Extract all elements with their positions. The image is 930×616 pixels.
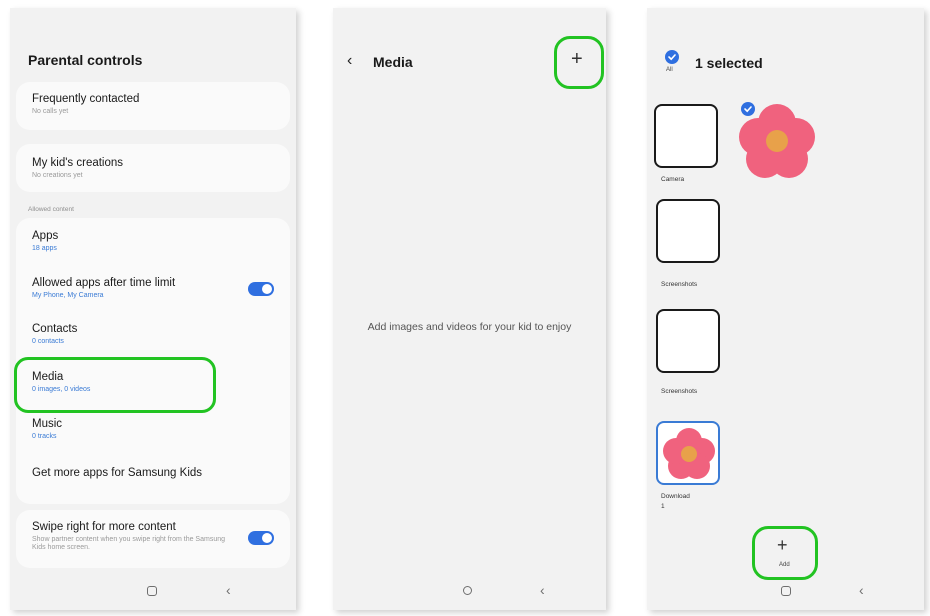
- album-count: 1: [661, 503, 665, 510]
- navigation-bar: ‹: [647, 582, 924, 602]
- back-icon[interactable]: ‹: [540, 582, 545, 598]
- page-title: Media: [373, 54, 413, 70]
- apps-sub: 18 apps: [32, 245, 57, 252]
- album-download[interactable]: [656, 421, 720, 485]
- allowed-apps-label: Allowed apps after time limit: [32, 277, 176, 289]
- home-icon[interactable]: [781, 586, 791, 596]
- home-icon[interactable]: [147, 586, 157, 596]
- album-label: Camera: [661, 176, 685, 183]
- get-more-apps-item[interactable]: Get more apps for Samsung Kids: [32, 467, 278, 479]
- add-button-highlight: [554, 36, 604, 89]
- parental-controls-screen: Parental controls Frequently contacted N…: [10, 8, 296, 610]
- album-screenshots[interactable]: [656, 199, 720, 263]
- toggle-knob: [262, 533, 272, 543]
- back-icon[interactable]: ‹: [226, 582, 231, 598]
- album-screenshots[interactable]: [656, 309, 720, 373]
- contacts-sub: 0 contacts: [32, 338, 64, 345]
- album-label: Screenshots: [661, 281, 698, 288]
- page-title: 1 selected: [695, 55, 763, 71]
- music-sub: 0 tracks: [32, 433, 57, 440]
- swipe-right-label: Swipe right for more content: [32, 521, 176, 533]
- selected-checkmark: [741, 102, 755, 116]
- media-screen: ‹ Media + Add images and videos for your…: [333, 8, 606, 610]
- kids-creations-sub: No creations yet: [32, 172, 83, 179]
- apps-item[interactable]: Apps 18 apps: [32, 230, 278, 252]
- apps-label: Apps: [32, 230, 59, 242]
- album-picker-screen: All 1 selected Camera Screenshots Screen…: [647, 8, 924, 610]
- album-label: Screenshots: [661, 388, 698, 395]
- toggle-knob: [262, 284, 272, 294]
- contacts-label: Contacts: [32, 323, 78, 335]
- chevron-left-icon[interactable]: ‹: [347, 52, 352, 70]
- swipe-right-sub: Show partner content when you swipe righ…: [32, 536, 225, 551]
- music-label: Music: [32, 418, 63, 430]
- page-title: Parental controls: [28, 52, 143, 68]
- check-icon: [744, 106, 752, 113]
- frequently-contacted-sub: No calls yet: [32, 108, 69, 115]
- select-all-label: All: [666, 67, 673, 73]
- get-more-apps-label: Get more apps for Samsung Kids: [32, 467, 203, 479]
- empty-state-message: Add images and videos for your kid to en…: [367, 321, 572, 333]
- check-icon: [668, 54, 676, 61]
- home-icon[interactable]: [463, 586, 472, 595]
- flower-image: [663, 428, 715, 479]
- allowed-apps-item[interactable]: Allowed apps after time limit My Phone, …: [32, 277, 278, 299]
- allowed-apps-sub: My Phone, My Camera: [32, 292, 104, 299]
- allowed-apps-toggle[interactable]: [248, 282, 274, 296]
- navigation-bar: ‹: [333, 582, 606, 602]
- swipe-right-item[interactable]: Swipe right for more content Show partne…: [16, 510, 290, 568]
- select-all-checkbox[interactable]: [665, 50, 679, 64]
- contacts-item[interactable]: Contacts 0 contacts: [32, 323, 278, 345]
- kids-creations-item[interactable]: My kid's creations No creations yet: [16, 144, 290, 192]
- album-camera[interactable]: [654, 104, 718, 168]
- back-icon[interactable]: ‹: [859, 582, 864, 598]
- swipe-right-toggle[interactable]: [248, 531, 274, 545]
- allowed-content-label: Allowed content: [28, 206, 74, 213]
- kids-creations-label: My kid's creations: [32, 157, 124, 169]
- navigation-bar: ‹: [10, 582, 296, 602]
- media-highlight: [14, 357, 216, 413]
- add-button-highlight: [752, 526, 818, 580]
- frequently-contacted-label: Frequently contacted: [32, 93, 140, 105]
- album-label: Download: [661, 493, 690, 500]
- frequently-contacted-item[interactable]: Frequently contacted No calls yet: [16, 82, 290, 130]
- music-item[interactable]: Music 0 tracks: [32, 418, 278, 440]
